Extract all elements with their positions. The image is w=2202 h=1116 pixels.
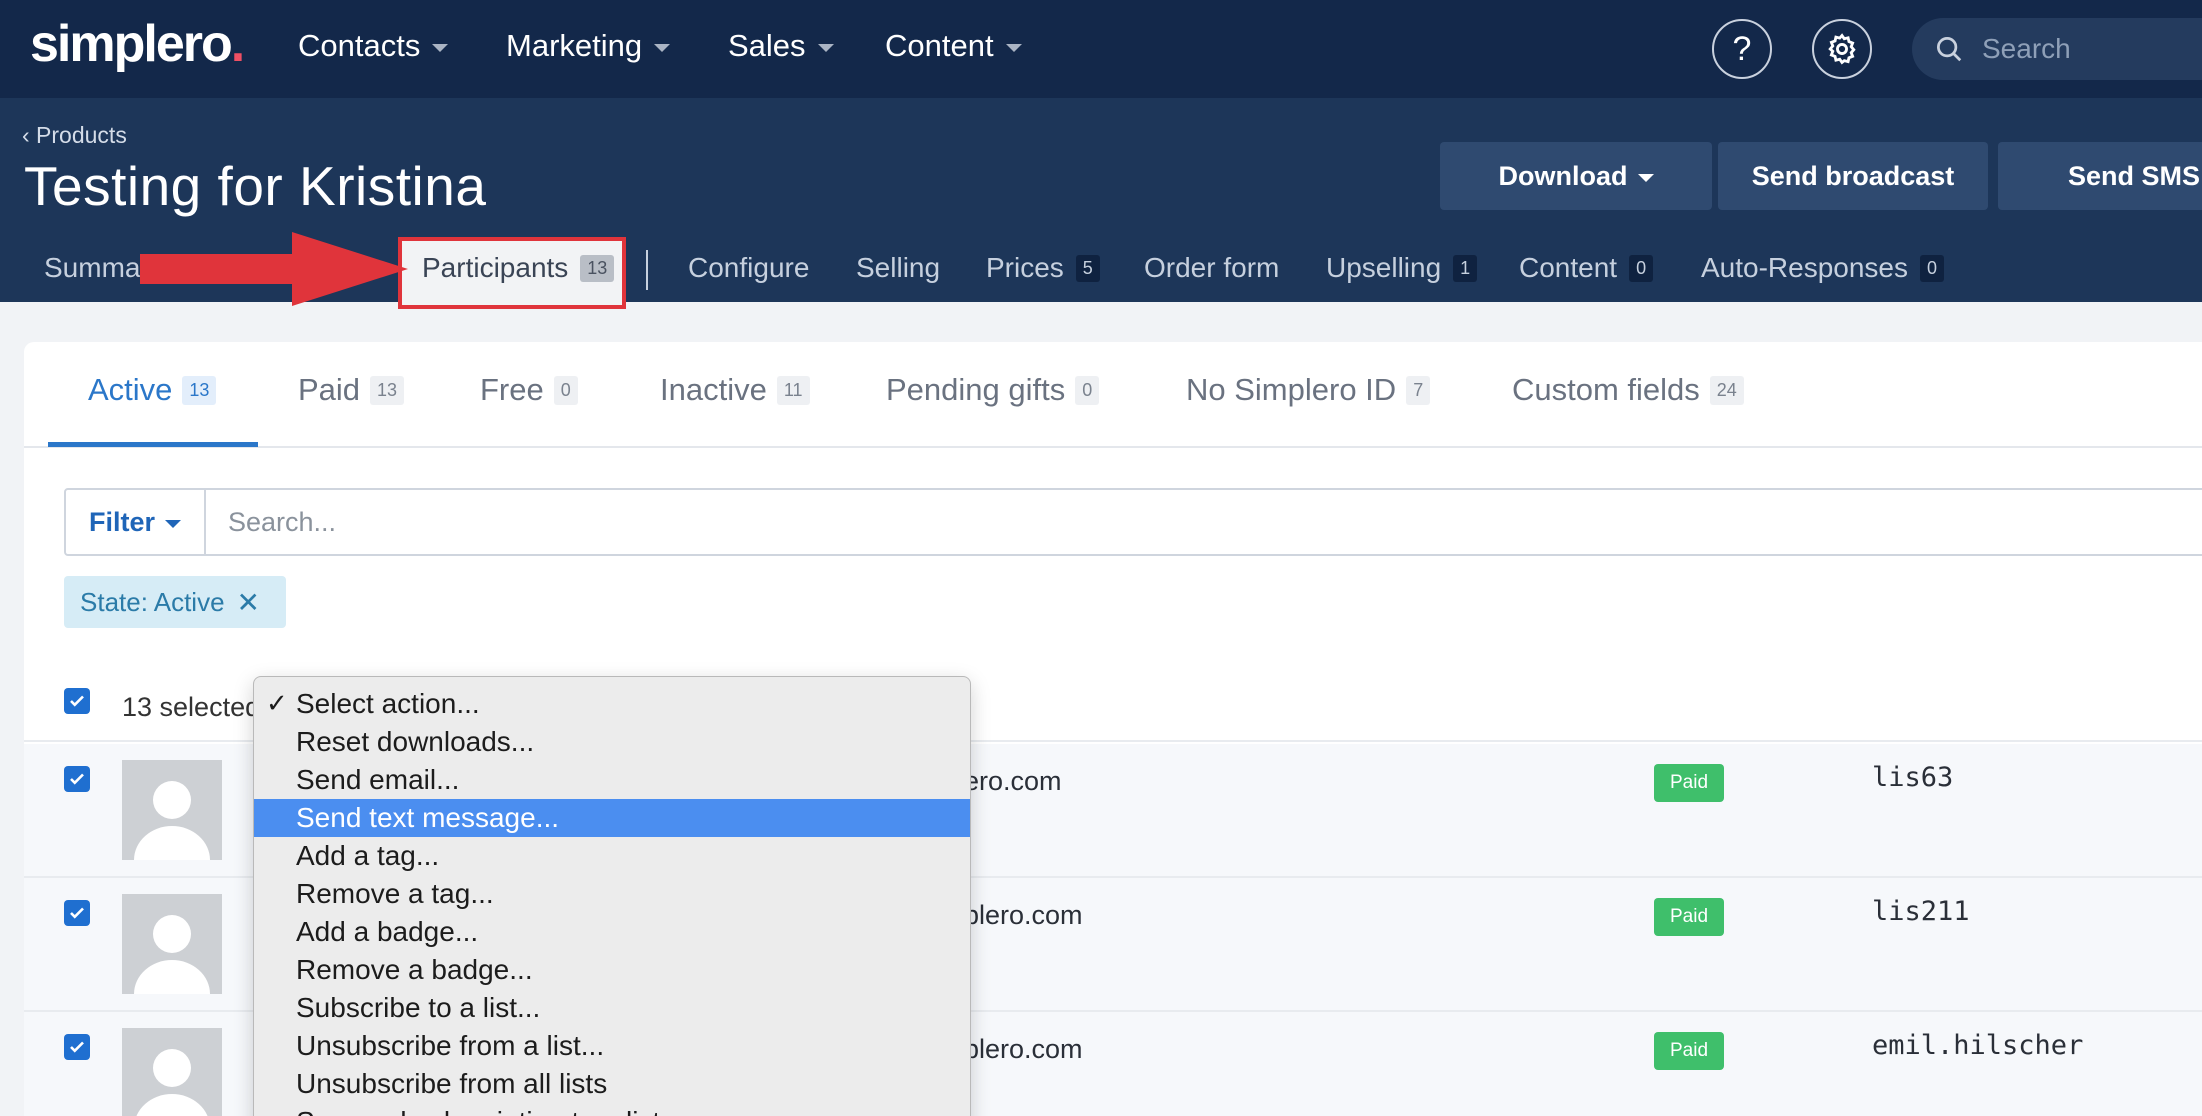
- subtab-count: 0: [1075, 375, 1100, 405]
- tab-count: 0: [1920, 254, 1945, 282]
- nav-marketing[interactable]: Marketing: [506, 28, 671, 64]
- row-checkbox[interactable]: [64, 1034, 90, 1060]
- action-remove-tag[interactable]: Remove a tag...: [254, 875, 970, 913]
- participant-username: emil.hilscher: [1872, 1030, 2084, 1061]
- participant-search-input[interactable]: [204, 488, 2202, 556]
- simplero-logo[interactable]: simplero.: [30, 14, 245, 74]
- tab-count: 1: [1453, 254, 1478, 282]
- user-placeholder-icon: [134, 915, 210, 994]
- chevron-down-icon: [1005, 44, 1022, 52]
- action-unsubscribe-all-lists[interactable]: Unsubscribe from all lists: [254, 1065, 970, 1103]
- chevron-down-icon: [165, 520, 181, 528]
- subtab-count: 0: [553, 375, 578, 405]
- row-checkbox[interactable]: [64, 900, 90, 926]
- action-add-tag[interactable]: Add a tag...: [254, 837, 970, 875]
- active-tab-indicator: [48, 442, 258, 447]
- user-placeholder-icon: [134, 781, 210, 860]
- subtab-count: 13: [370, 375, 405, 405]
- check-icon: [70, 773, 84, 785]
- chip-label: State: Active: [80, 586, 225, 617]
- tab-divider: [646, 250, 648, 290]
- tab-selling[interactable]: Selling: [856, 252, 940, 284]
- subtab-paid[interactable]: Paid 13: [298, 372, 405, 408]
- participant-email[interactable]: plero.com: [964, 900, 1083, 931]
- tab-count: 0: [1629, 254, 1654, 282]
- participant-filter-tabs: Active 13 Paid 13 Free 0 Inactive 11 Pending…: [24, 342, 2202, 448]
- subtab-count: 13: [182, 375, 217, 405]
- chevron-down-icon: [432, 44, 449, 52]
- subtab-count: 7: [1406, 375, 1431, 405]
- bulk-action-dropdown[interactable]: ✓ Select action... Reset downloads... Sen…: [253, 676, 971, 1116]
- tab-prices[interactable]: Prices 5: [986, 252, 1100, 284]
- tab-upselling[interactable]: Upselling 1: [1326, 252, 1478, 284]
- global-search-placeholder: Search: [1982, 33, 2071, 64]
- subtab-active[interactable]: Active 13: [88, 372, 217, 408]
- breadcrumb[interactable]: ‹ Products: [22, 122, 127, 149]
- help-button[interactable]: ?: [1712, 19, 1772, 79]
- chevron-down-icon: [817, 44, 834, 52]
- participant-username: lis211: [1872, 896, 1970, 927]
- settings-button[interactable]: [1812, 19, 1872, 79]
- subtab-count: 11: [776, 375, 810, 405]
- status-badge: Paid: [1654, 1032, 1724, 1070]
- subtab-no-simplero-id[interactable]: No Simplero ID 7: [1186, 372, 1431, 408]
- page-title: Testing for Kristina: [24, 155, 487, 217]
- avatar: [122, 760, 222, 860]
- filter-bar: Filter: [64, 488, 2202, 556]
- top-navbar: simplero. Contacts Marketing Sales Conte…: [0, 0, 2202, 98]
- tab-content[interactable]: Content 0: [1519, 252, 1654, 284]
- chevron-down-icon: [1637, 174, 1654, 182]
- action-suspend-subscription[interactable]: Suspend subscription to a list...: [254, 1103, 970, 1116]
- subtab-count: 24: [1709, 375, 1744, 405]
- subtab-pending-gifts[interactable]: Pending gifts 0: [886, 372, 1100, 408]
- state-filter-chip: State: Active ✕: [64, 576, 286, 628]
- tab-count: 5: [1075, 254, 1100, 282]
- avatar: [122, 894, 222, 994]
- action-unsubscribe-list[interactable]: Unsubscribe from a list...: [254, 1027, 970, 1065]
- tab-participants[interactable]: Participants 13: [422, 252, 615, 284]
- select-all-checkbox[interactable]: [64, 688, 90, 714]
- subtab-inactive[interactable]: Inactive 11: [660, 372, 810, 408]
- user-placeholder-icon: [136, 1049, 208, 1116]
- participant-email[interactable]: plero.com: [964, 1034, 1083, 1065]
- global-search[interactable]: Search: [1912, 18, 2202, 80]
- download-button[interactable]: Download: [1440, 142, 1712, 210]
- subtab-custom-fields[interactable]: Custom fields 24: [1512, 372, 1744, 408]
- checkmark-icon: ✓: [266, 688, 288, 718]
- action-select-placeholder[interactable]: ✓ Select action...: [254, 685, 970, 723]
- participant-username: lis63: [1872, 762, 1954, 793]
- send-sms-button[interactable]: Send SMS: [1998, 142, 2202, 210]
- action-send-email[interactable]: Send email...: [254, 761, 970, 799]
- nav-sales[interactable]: Sales: [728, 28, 834, 64]
- participant-email[interactable]: ero.com: [964, 766, 1062, 797]
- status-badge: Paid: [1654, 898, 1724, 936]
- avatar: [122, 1028, 222, 1116]
- check-icon: [70, 907, 84, 919]
- tab-count: 13: [580, 254, 615, 282]
- check-icon: [70, 695, 84, 707]
- selection-count: 13 selected: [122, 692, 261, 722]
- status-badge: Paid: [1654, 764, 1724, 802]
- close-icon[interactable]: ✕: [237, 586, 260, 619]
- filter-button[interactable]: Filter: [64, 488, 206, 556]
- action-add-badge[interactable]: Add a badge...: [254, 913, 970, 951]
- tab-auto-responses[interactable]: Auto-Responses 0: [1701, 252, 1945, 284]
- subtab-free[interactable]: Free 0: [480, 372, 578, 408]
- help-icon: ?: [1732, 29, 1752, 68]
- row-checkbox[interactable]: [64, 766, 90, 792]
- tab-configure[interactable]: Configure: [688, 252, 809, 284]
- nav-content[interactable]: Content: [885, 28, 1022, 64]
- action-send-text-message[interactable]: Send text message...: [254, 799, 970, 837]
- action-remove-badge[interactable]: Remove a badge...: [254, 951, 970, 989]
- check-icon: [70, 1041, 84, 1053]
- send-broadcast-button[interactable]: Send broadcast: [1718, 142, 1988, 210]
- annotation-arrow: [140, 232, 408, 306]
- gear-icon: [1828, 33, 1856, 65]
- action-subscribe-list[interactable]: Subscribe to a list...: [254, 989, 970, 1027]
- search-icon: [1937, 37, 1962, 62]
- nav-contacts[interactable]: Contacts: [298, 28, 449, 64]
- tab-order-form[interactable]: Order form: [1144, 252, 1279, 284]
- action-reset-downloads[interactable]: Reset downloads...: [254, 723, 970, 761]
- chevron-down-icon: [654, 44, 671, 52]
